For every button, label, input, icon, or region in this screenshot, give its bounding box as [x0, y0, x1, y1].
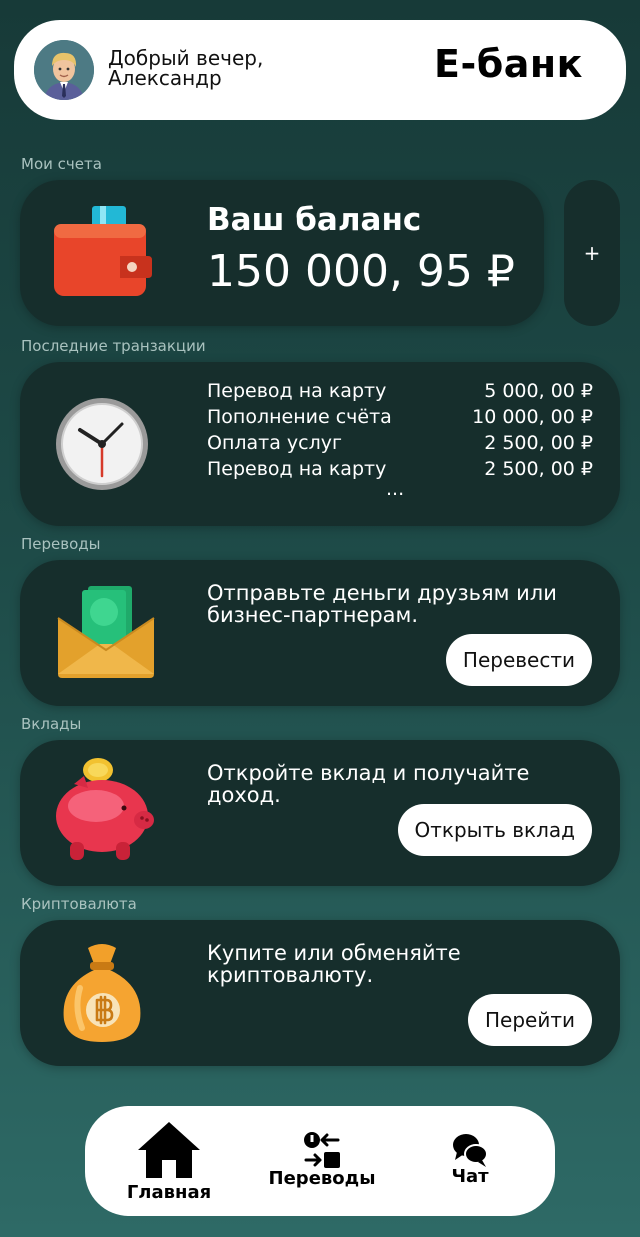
go-crypto-button[interactable]: Перейти: [468, 994, 592, 1046]
transaction-name: Перевод на карту: [207, 380, 387, 402]
greeting: Добрый вечер, Александр: [108, 48, 263, 88]
deposits-card: Откройте вклад и получайте доход. Открыт…: [20, 740, 620, 886]
nav-item-home[interactable]: Главная: [125, 1120, 213, 1203]
transaction-amount: 5 000, 00 ₽: [484, 380, 593, 402]
transaction-row[interactable]: Пополнение счёта 10 000, 00 ₽: [207, 404, 593, 430]
deposits-text: Откройте вклад и получайте доход.: [207, 761, 530, 807]
transaction-row[interactable]: Перевод на карту 5 000, 00 ₽: [207, 378, 593, 404]
transaction-name: Оплата услуг: [207, 432, 342, 454]
transaction-name: Перевод на карту: [207, 458, 387, 480]
nav-item-chat[interactable]: Чат: [430, 1132, 510, 1187]
piggy-bank-icon: [50, 758, 160, 868]
header: Добрый вечер, Александр E-банк: [14, 20, 626, 120]
transaction-name: Пополнение счёта: [207, 406, 392, 428]
add-account-button[interactable]: +: [564, 180, 620, 326]
transfers-card: Отправьте деньги друзьям или бизнес-парт…: [20, 560, 620, 706]
nav-label-transfers: Переводы: [268, 1168, 376, 1189]
section-label-deposits: Вклады: [21, 715, 82, 733]
transaction-amount: 2 500, 00 ₽: [484, 432, 593, 454]
user-avatar-icon[interactable]: [34, 40, 94, 100]
clock-icon: [50, 388, 160, 498]
transactions-list: Перевод на карту 5 000, 00 ₽ Пополнение …: [207, 378, 593, 482]
section-label-transactions: Последние транзакции: [21, 337, 206, 355]
envelope-money-icon: [50, 578, 160, 688]
section-label-accounts: Мои счета: [21, 155, 102, 173]
balance-card[interactable]: Ваш баланс 150 000, 95 ₽: [20, 180, 544, 326]
brand-logo: E-банк: [434, 42, 583, 86]
transaction-row[interactable]: Оплата услуг 2 500, 00 ₽: [207, 430, 593, 456]
crypto-card: Купите или обменяйте криптовалюту. Перей…: [20, 920, 620, 1066]
nav-label-home: Главная: [126, 1182, 212, 1203]
chat-icon: [453, 1134, 488, 1167]
more-transactions-link[interactable]: ...: [386, 480, 404, 499]
transactions-card[interactable]: Перевод на карту 5 000, 00 ₽ Пополнение …: [20, 362, 620, 526]
wallet-icon: [50, 198, 160, 308]
transfers-icon: [304, 1132, 340, 1168]
greeting-line-1: Добрый вечер,: [108, 46, 264, 70]
home-icon: [138, 1122, 200, 1178]
transaction-amount: 10 000, 00 ₽: [472, 406, 593, 428]
bitcoin-bag-icon: [50, 938, 160, 1048]
nav-label-chat: Чат: [451, 1166, 489, 1187]
crypto-text: Купите или обменяйте криптовалюту.: [207, 941, 461, 987]
section-label-crypto: Криптовалюта: [21, 895, 137, 913]
transfer-button[interactable]: Перевести: [445, 634, 592, 686]
balance-amount: 150 000, 95 ₽: [207, 246, 515, 297]
greeting-name: Александр: [108, 66, 222, 90]
section-label-transfers: Переводы: [21, 535, 101, 553]
nav-item-transfers[interactable]: Переводы: [267, 1130, 377, 1189]
transaction-amount: 2 500, 00 ₽: [484, 458, 593, 480]
transfers-text: Отправьте деньги друзьям или бизнес-парт…: [207, 581, 557, 627]
balance-title: Ваш баланс: [207, 202, 422, 238]
bottom-nav: Главная Переводы Чат: [85, 1106, 555, 1216]
open-deposit-button[interactable]: Открыть вклад: [397, 804, 592, 856]
